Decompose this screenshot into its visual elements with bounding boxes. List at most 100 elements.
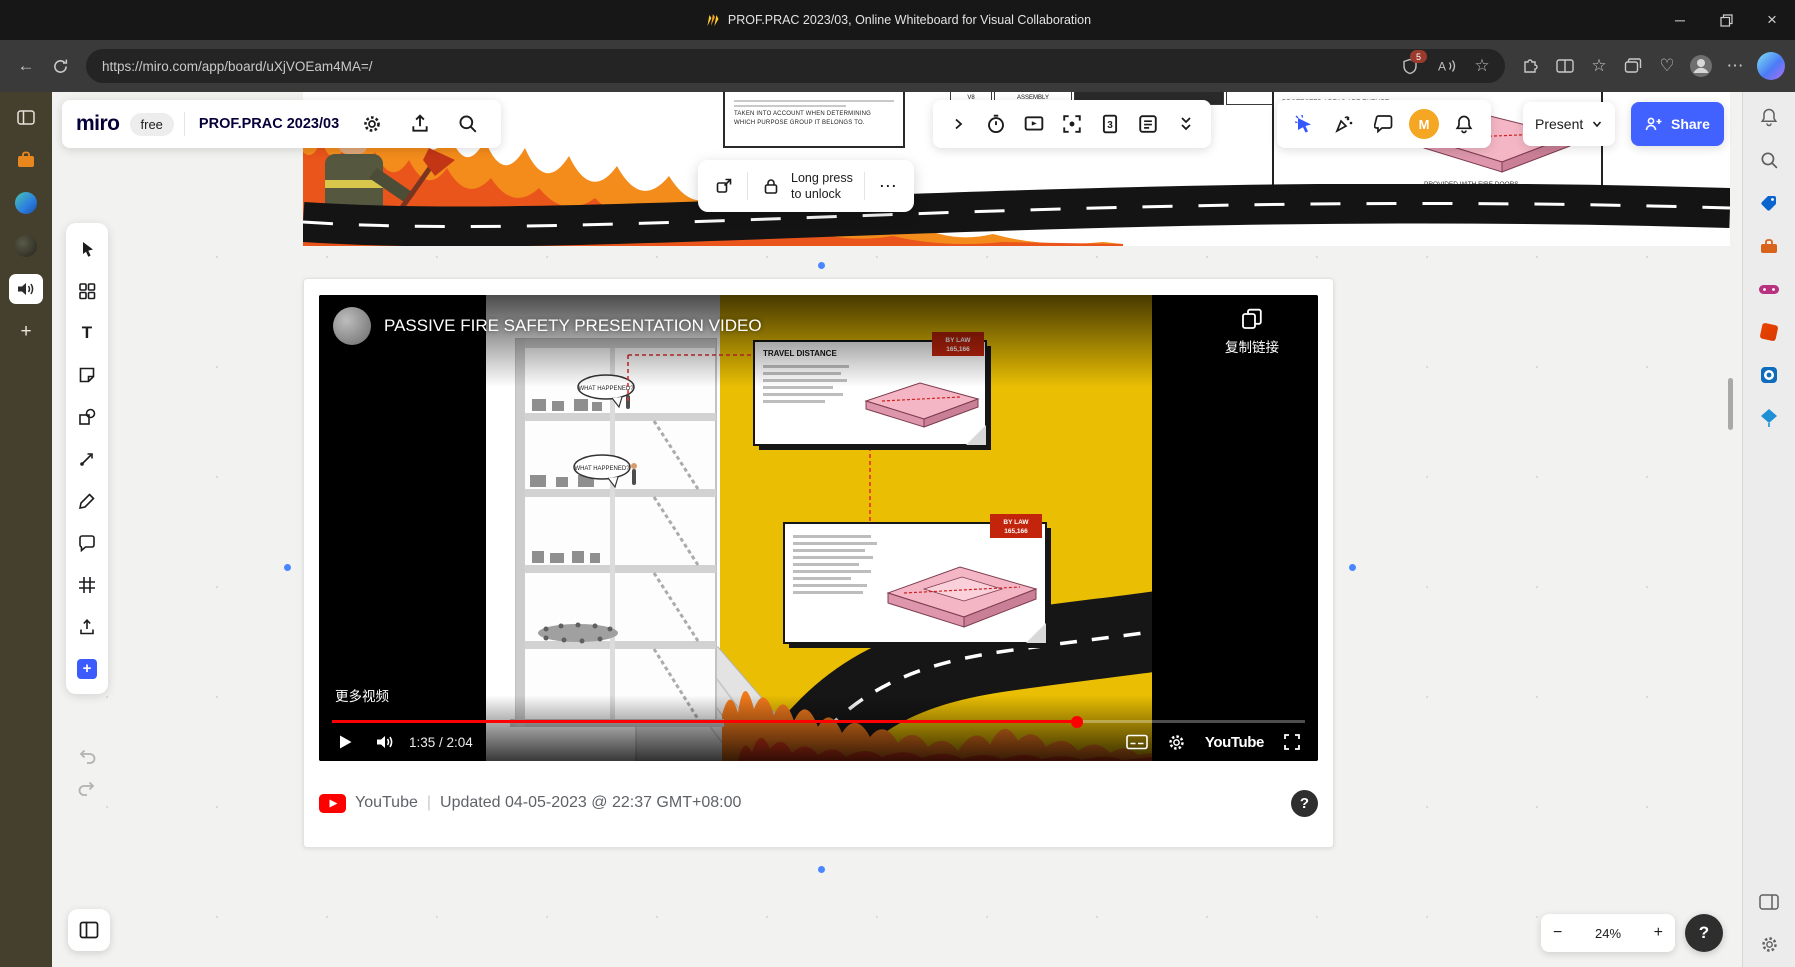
subtitles-icon[interactable] bbox=[1117, 723, 1157, 761]
frame-icon[interactable] bbox=[69, 564, 105, 605]
search2-glyph-icon bbox=[1760, 151, 1777, 168]
sidebar-search-icon[interactable] bbox=[1756, 147, 1782, 173]
office-app-icon[interactable] bbox=[9, 145, 43, 175]
laser-pointer-icon[interactable] bbox=[1285, 104, 1323, 144]
copilot-icon[interactable] bbox=[1757, 52, 1785, 80]
notes-icon[interactable] bbox=[1129, 104, 1167, 144]
shapes-icon[interactable] bbox=[69, 396, 105, 437]
address-bar[interactable]: https://miro.com/app/board/uXjVOEam4MA=/… bbox=[86, 49, 1505, 83]
outlook-icon[interactable] bbox=[1756, 362, 1782, 388]
frames-panel-icon[interactable] bbox=[68, 909, 110, 951]
help-icon[interactable]: ? bbox=[1685, 914, 1723, 952]
shield-icon[interactable]: 5 bbox=[1397, 50, 1427, 79]
present-button[interactable]: Present bbox=[1523, 102, 1616, 146]
m365-icon[interactable] bbox=[1756, 319, 1782, 345]
open-in-new-icon[interactable] bbox=[706, 166, 742, 206]
add-icon[interactable]: + bbox=[9, 317, 43, 347]
chat-icon[interactable] bbox=[1365, 104, 1403, 144]
games-icon[interactable] bbox=[1756, 276, 1782, 302]
back-icon[interactable]: ← bbox=[10, 50, 42, 82]
volume-icon[interactable] bbox=[365, 723, 405, 761]
more-icon[interactable]: ⋯ bbox=[1719, 50, 1751, 82]
video-player[interactable]: WHAT HAPPENED? WHAT HAPPENED? TRAVEL DIS… bbox=[319, 295, 1318, 761]
frame-capture-icon[interactable] bbox=[1053, 104, 1091, 144]
more-videos-link[interactable]: 更多视频 bbox=[335, 685, 389, 705]
undo-icon[interactable] bbox=[77, 747, 97, 765]
miro-canvas[interactable]: TAKEN INTO ACCOUNT WHEN DETERMINING WHIC… bbox=[52, 92, 1742, 967]
youtube-player-logo[interactable]: YouTube bbox=[1197, 734, 1272, 751]
share-button[interactable]: Share bbox=[1631, 102, 1724, 146]
gear-glyph-icon bbox=[364, 116, 380, 132]
extensions-icon[interactable] bbox=[1515, 50, 1547, 82]
sidebar-bottom bbox=[1756, 889, 1782, 957]
more-apps-icon[interactable]: + bbox=[69, 648, 105, 689]
sidebar-panel-icon[interactable] bbox=[1756, 889, 1782, 915]
reactions-icon[interactable] bbox=[1325, 104, 1363, 144]
pen-icon[interactable] bbox=[69, 480, 105, 521]
zoom-in-icon[interactable]: + bbox=[1654, 924, 1663, 942]
minimize-button[interactable]: ─ bbox=[1657, 0, 1703, 40]
plan-badge[interactable]: free bbox=[129, 112, 174, 136]
collections-icon[interactable] bbox=[1617, 50, 1649, 82]
timer-icon[interactable] bbox=[977, 104, 1015, 144]
templates-icon[interactable] bbox=[69, 270, 105, 311]
zoom-level[interactable]: 24% bbox=[1595, 926, 1621, 941]
export-icon[interactable] bbox=[401, 104, 439, 144]
user-avatar[interactable]: M bbox=[1409, 109, 1439, 139]
embed-footer: YouTube | Updated 04-05-2023 @ 22:37 GMT… bbox=[319, 777, 1318, 829]
tools-icon[interactable] bbox=[1756, 233, 1782, 259]
board-title[interactable]: PROF.PRAC 2023/03 bbox=[195, 116, 343, 132]
text-icon[interactable]: T bbox=[69, 312, 105, 353]
split-screen-icon[interactable] bbox=[1549, 50, 1581, 82]
video-title[interactable]: PASSIVE FIRE SAFETY PRESENTATION VIDEO bbox=[384, 316, 1183, 336]
app-icon[interactable] bbox=[9, 231, 43, 261]
comment-icon[interactable] bbox=[69, 522, 105, 563]
lock-icon[interactable] bbox=[753, 166, 789, 206]
essentials-icon[interactable]: ♡ bbox=[1651, 50, 1683, 82]
chevron-right-icon[interactable] bbox=[939, 104, 977, 144]
m365-glyph-icon bbox=[1759, 322, 1779, 342]
canvas-scrollbar[interactable] bbox=[1728, 378, 1733, 430]
search-icon[interactable] bbox=[449, 104, 487, 144]
time-display: 1:35 / 2:04 bbox=[409, 734, 473, 750]
youtube-embed-card[interactable]: WHAT HAPPENED? WHAT HAPPENED? TRAVEL DIS… bbox=[303, 278, 1334, 848]
chat-glyph-icon bbox=[1374, 115, 1393, 134]
browser-titlebar: PROF.PRAC 2023/03, Online Whiteboard for… bbox=[0, 0, 1795, 40]
reactions-glyph-icon bbox=[1335, 116, 1353, 133]
select-cursor-icon[interactable] bbox=[69, 228, 105, 269]
drop-icon[interactable] bbox=[1756, 405, 1782, 431]
play-icon[interactable] bbox=[325, 723, 365, 761]
close-button[interactable]: × bbox=[1749, 0, 1795, 40]
zoom-out-icon[interactable]: − bbox=[1553, 924, 1562, 942]
more-options-icon[interactable]: ⋯ bbox=[870, 166, 906, 206]
sidebar-settings-icon[interactable] bbox=[1756, 931, 1782, 957]
settings-gear-icon[interactable] bbox=[353, 104, 391, 144]
shopping-icon[interactable] bbox=[1756, 190, 1782, 216]
player-settings-icon[interactable] bbox=[1157, 723, 1197, 761]
favorites-bar-icon[interactable]: ☆ bbox=[1583, 50, 1615, 82]
maximize-button[interactable] bbox=[1703, 0, 1749, 40]
panel-toggle-icon[interactable] bbox=[9, 102, 43, 132]
laser-glyph-icon bbox=[1294, 114, 1311, 133]
source-label[interactable]: YouTube bbox=[355, 794, 418, 812]
upload-icon[interactable] bbox=[69, 606, 105, 647]
connector-icon[interactable] bbox=[69, 438, 105, 479]
pages-icon[interactable]: 3 bbox=[1091, 104, 1129, 144]
edge-app-icon[interactable] bbox=[9, 188, 43, 218]
channel-avatar[interactable] bbox=[333, 307, 371, 345]
sticky-note-icon[interactable] bbox=[69, 354, 105, 395]
refresh-icon[interactable] bbox=[44, 50, 76, 82]
embed-help-icon[interactable]: ? bbox=[1291, 789, 1318, 817]
poster-document[interactable]: TAKEN INTO ACCOUNT WHEN DETERMINING WHIC… bbox=[723, 92, 905, 148]
notifications-bell-icon[interactable] bbox=[1445, 104, 1483, 144]
redo-icon[interactable] bbox=[77, 779, 97, 797]
sidebar-bell-icon[interactable] bbox=[1756, 104, 1782, 130]
read-aloud-icon[interactable]: A bbox=[1433, 53, 1459, 79]
profile-avatar-icon[interactable] bbox=[1685, 50, 1717, 82]
screen-share-icon[interactable] bbox=[1015, 104, 1053, 144]
copy-link-button[interactable]: 复制链接 bbox=[1196, 307, 1308, 356]
speaker-icon[interactable] bbox=[9, 274, 43, 304]
collapse-chevrons-icon[interactable] bbox=[1167, 104, 1205, 144]
fullscreen-icon[interactable] bbox=[1272, 723, 1312, 761]
favorite-star-icon[interactable]: ☆ bbox=[1469, 53, 1495, 79]
